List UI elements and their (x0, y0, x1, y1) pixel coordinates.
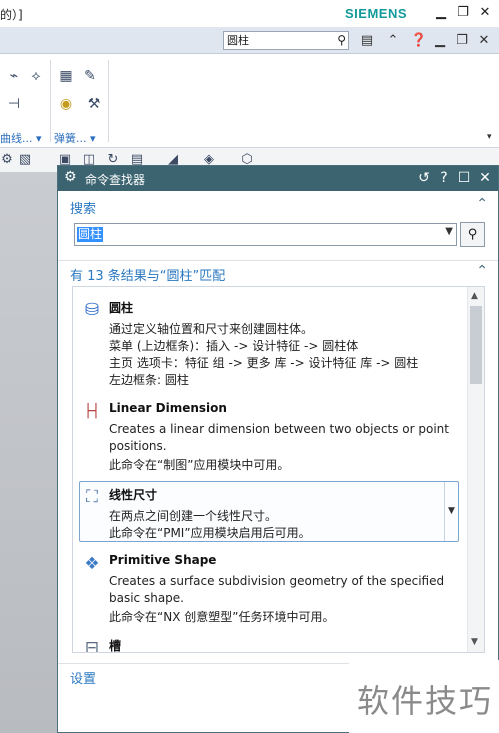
ribbon-expand-icon[interactable]: ▾ (487, 132, 492, 142)
find-button[interactable]: ⚲ (460, 222, 485, 247)
watermark: 软件技巧 (349, 660, 499, 733)
window-title: 的）] (0, 8, 23, 22)
chevron-down-icon[interactable]: ▼ (444, 482, 458, 541)
minimize-icon[interactable]: ▁ (430, 2, 452, 24)
results-scrollbar[interactable]: ▲ ▼ (467, 287, 484, 652)
result-title: Primitive Shape (109, 553, 217, 567)
cylinder-icon: ⛁ (84, 300, 100, 320)
restore-icon[interactable]: ❐ (452, 2, 474, 24)
find-command-input[interactable]: 圆柱 ▼ (74, 223, 457, 246)
chevron-up-icon[interactable]: ⌃ (476, 263, 488, 279)
ribbon: ⌁ ⟡ ⊣ ▦ ✎ ◉ ⚒ 曲线... ▾ 弹簧... ▾ ▾ (0, 54, 499, 148)
result-desc: 通过定义轴位置和尺寸来创建圆柱体。 (109, 322, 314, 336)
groove-icon: ⊟ (84, 638, 100, 653)
quick-access-bar: 圆柱 ⚲ ▤ ⌃ ❓ ▁ ❐ ✕ (0, 27, 499, 54)
maximize-icon[interactable]: ☐ (454, 168, 474, 188)
linear-dimension-icon: ├┤ (84, 404, 100, 419)
close-icon[interactable]: ✕ (475, 168, 495, 188)
result-desc: 此命令在“制图”应用模块中可用。 (109, 458, 290, 472)
list-item[interactable]: ├┤ Linear Dimension Creates a linear dim… (79, 401, 459, 472)
search-icon[interactable]: ⚲ (337, 32, 346, 49)
pmi-linear-dimension-icon: ⛶ (86, 487, 98, 507)
graphics-window[interactable] (0, 172, 60, 733)
search-icon: ⚲ (467, 227, 478, 242)
help-icon[interactable]: ❓ (409, 31, 429, 51)
dialog-title: 命令查找器 (85, 173, 146, 187)
scroll-up-icon[interactable]: ▲ (471, 291, 478, 301)
search-section-header[interactable]: 搜索 ⌃ (58, 194, 498, 218)
result-desc: 菜单 (上边框条)：插入 -> 设计特征 -> 圆柱体 (109, 339, 359, 353)
doc-restore-icon[interactable]: ❐ (452, 31, 472, 51)
result-title: 线性尺寸 (109, 488, 158, 502)
project-curve-icon[interactable]: ⊣ (4, 94, 24, 114)
result-desc: 主页 选项卡：特征 组 -> 更多 库 -> 设计特征 库 -> 圆柱 (109, 356, 419, 370)
spring-tool-icon[interactable]: ✎ (80, 66, 100, 86)
result-desc: positions. (109, 439, 167, 453)
ribbon-group-spring[interactable]: 弹簧... ▾ (54, 130, 96, 146)
result-title: Linear Dimension (109, 401, 227, 415)
ribbon-separator (50, 60, 51, 142)
result-desc: 左边框条: 圆柱 (109, 373, 189, 387)
table-icon[interactable]: ▦ (56, 66, 76, 86)
result-title: 圆柱 (109, 301, 134, 315)
offset-curve-icon[interactable]: ⟡ (26, 66, 46, 86)
results-list[interactable]: ⛁ 圆柱 通过定义轴位置和尺寸来创建圆柱体。 菜单 (上边框条)：插入 -> 设… (72, 286, 485, 653)
list-item[interactable]: ⛁ 圆柱 通过定义轴位置和尺寸来创建圆柱体。 菜单 (上边框条)：插入 -> 设… (79, 299, 459, 391)
collapse-ribbon-icon[interactable]: ⌃ (383, 31, 403, 51)
reset-icon[interactable]: ↺ (414, 168, 434, 188)
doc-close-icon[interactable]: ✕ (474, 31, 494, 51)
find-command-value: 圆柱 (77, 227, 104, 242)
command-search-input[interactable]: 圆柱 ⚲ (223, 31, 349, 50)
results-section-header[interactable]: 有 13 条结果与“圆柱”匹配 ⌃ (58, 260, 498, 284)
doc-minimize-icon[interactable]: ▁ (430, 31, 450, 51)
result-desc: 在两点之间创建一个线性尺寸。 (109, 509, 278, 523)
list-item[interactable]: ▼ ⛶ 线性尺寸 在两点之间创建一个线性尺寸。 此命令在“PMI”应用模块启用后… (79, 481, 459, 542)
command-finder-dialog: ⚙ 命令查找器 ↺ ? ☐ ✕ 搜索 ⌃ 圆柱 ▼ ⚲ 有 13 条结果与“圆柱… (57, 165, 499, 733)
window-list-icon[interactable]: ▤ (357, 31, 377, 51)
command-search-value: 圆柱 (227, 34, 249, 47)
primitive-shape-icon: ❖ (84, 554, 100, 574)
list-item[interactable]: ❖ Primitive Shape Creates a surface subd… (79, 553, 459, 624)
curve-tool-icon[interactable]: ⌁ (4, 66, 24, 86)
app-title-bar: 的）] SIEMENS ▁ ❐ ✕ (0, 0, 499, 27)
results-count-label: 有 13 条结果与“圆柱”匹配 (70, 269, 226, 284)
siemens-logo: SIEMENS (345, 6, 408, 21)
select-tool-icon[interactable]: ⚙ (0, 151, 16, 169)
result-desc: 此命令在“PMI”应用模块启用后可用。 (109, 526, 311, 540)
scroll-thumb[interactable] (470, 306, 482, 384)
watermark-text: 软件技巧 (357, 682, 494, 720)
result-title: 槽 (109, 639, 122, 653)
result-desc: 此命令在“NX 创意塑型”任务环境中可用。 (109, 610, 335, 624)
dialog-title-bar[interactable]: ⚙ 命令查找器 ↺ ? ☐ ✕ (58, 166, 498, 191)
measure-icon[interactable]: ⚒ (84, 94, 104, 114)
scroll-down-icon[interactable]: ▼ (471, 637, 478, 647)
ribbon-group-curve[interactable]: 曲线... ▾ (0, 130, 42, 146)
search-section-label: 搜索 (70, 202, 97, 217)
filter-icon[interactable]: ▧ (16, 151, 34, 169)
result-desc: Creates a linear dimension between two o… (109, 422, 449, 436)
settings-section-label: 设置 (70, 672, 97, 687)
chevron-up-icon[interactable]: ⌃ (476, 196, 488, 212)
gear-icon[interactable]: ⚙ (64, 169, 77, 185)
gear-part-icon[interactable]: ◉ (56, 94, 76, 114)
result-desc: basic shape. (109, 591, 184, 605)
chevron-down-icon[interactable]: ▼ (445, 226, 453, 237)
list-item[interactable]: ⊟ 槽 (79, 637, 459, 653)
help-icon[interactable]: ? (434, 168, 454, 188)
result-desc: Creates a surface subdivision geometry o… (109, 574, 445, 588)
ribbon-separator (108, 60, 109, 142)
close-icon[interactable]: ✕ (474, 2, 496, 24)
